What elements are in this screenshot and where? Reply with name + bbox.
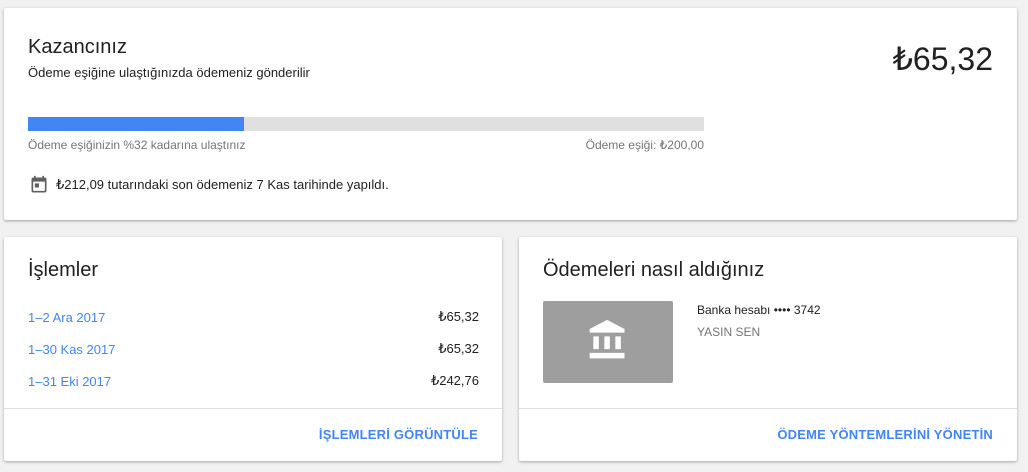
account-holder-name: YASIN SEN xyxy=(697,325,761,339)
manage-payment-methods-button[interactable]: ÖDEME YÖNTEMLERİNİ YÖNETİN xyxy=(777,427,993,442)
last-payment-text: ₺212,09 tutarındaki son ödemeniz 7 Kas t… xyxy=(56,177,389,192)
view-transactions-button[interactable]: İŞLEMLERİ GÖRÜNTÜLE xyxy=(319,427,478,442)
bank-account-label: Banka hesabı •••• 3742 xyxy=(697,303,821,317)
payment-method-title: Ödemeleri nasıl aldığınız xyxy=(543,259,765,281)
earnings-card: Kazancınız Ödeme eşiğine ulaştığınızda ö… xyxy=(4,8,1017,220)
transaction-row: 1–31 Eki 2017 ₺242,76 xyxy=(28,371,479,391)
transaction-amount: ₺65,32 xyxy=(438,309,479,324)
card-divider xyxy=(4,408,502,409)
progress-bar-fill xyxy=(28,117,245,131)
progress-status-text: Ödeme eşiğinizin %32 kadarına ulaştınız xyxy=(28,138,246,152)
transaction-row: 1–30 Kas 2017 ₺65,32 xyxy=(28,339,479,359)
payment-threshold-progress-bar xyxy=(28,117,704,131)
calendar-icon xyxy=(28,174,50,196)
transaction-amount: ₺242,76 xyxy=(430,373,479,388)
transaction-amount: ₺65,32 xyxy=(438,341,479,356)
last-payment-info: ₺212,09 tutarındaki son ödemeniz 7 Kas t… xyxy=(28,174,389,196)
bank-icon xyxy=(586,318,630,367)
transaction-period-link[interactable]: 1–2 Ara 2017 xyxy=(28,310,105,325)
transaction-period-link[interactable]: 1–31 Eki 2017 xyxy=(28,374,111,389)
earnings-amount: ₺65,32 xyxy=(892,41,993,77)
transaction-row: 1–2 Ara 2017 ₺65,32 xyxy=(28,307,479,327)
transactions-card: İşlemler 1–2 Ara 2017 ₺65,32 1–30 Kas 20… xyxy=(4,237,502,461)
payment-method-card: Ödemeleri nasıl aldığınız Banka hesabı •… xyxy=(519,237,1017,461)
card-divider xyxy=(519,408,1017,409)
transactions-title: İşlemler xyxy=(28,259,99,281)
bank-tile xyxy=(543,301,673,383)
earnings-subtitle: Ödeme eşiğine ulaştığınızda ödemeniz gön… xyxy=(28,65,310,80)
earnings-title: Kazancınız xyxy=(28,36,127,58)
payment-threshold-text: Ödeme eşiği: ₺200,00 xyxy=(585,138,704,152)
transaction-period-link[interactable]: 1–30 Kas 2017 xyxy=(28,342,115,357)
